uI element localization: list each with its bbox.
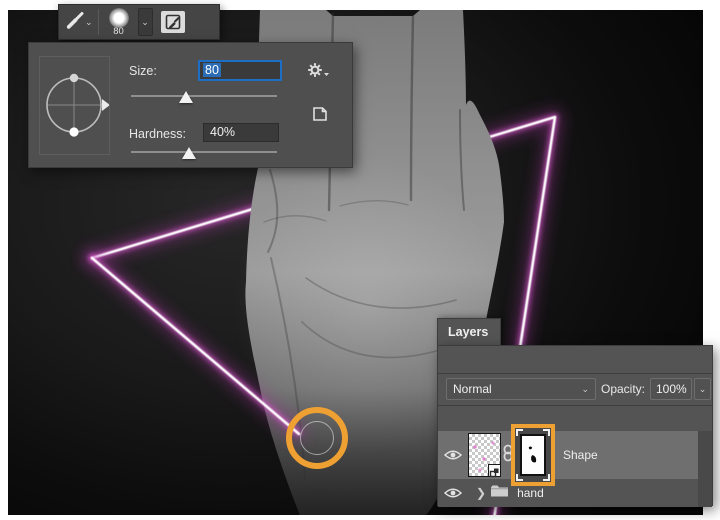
brush-settings-panel-toggle-button[interactable] (160, 11, 185, 33)
brush-size-value: 80 (113, 25, 124, 37)
layer-mask-thumbnail[interactable] (520, 434, 546, 476)
opacity-label: Opacity: (601, 382, 646, 396)
divider (438, 373, 712, 374)
hardness-slider[interactable] (131, 147, 277, 159)
opacity-value-field[interactable]: 100% (650, 378, 692, 400)
visibility-eye-icon[interactable] (438, 487, 468, 499)
brush-options-bar: ⌄ 80 ⌄ (58, 4, 220, 40)
soft-round-brush-icon (108, 7, 129, 28)
hardness-input[interactable]: 40% (203, 123, 279, 142)
layers-panel: Normal ⌄ Opacity: 100% ⌄ Shape ❯ hand (437, 345, 713, 507)
size-slider[interactable] (131, 91, 277, 103)
folder-icon (490, 484, 509, 503)
size-input-selected-text: 80 (203, 63, 221, 77)
brush-settings-popover: Size: 80 Hardness: 40% (28, 42, 353, 168)
chevron-down-icon[interactable]: ⌄ (85, 17, 93, 27)
chevron-down-icon: ⌄ (581, 383, 589, 394)
visibility-eye-icon[interactable] (438, 449, 468, 461)
layers-scroll-gutter (696, 431, 712, 507)
blend-mode-value: Normal (453, 382, 492, 396)
gear-icon[interactable] (307, 61, 329, 84)
size-slider-thumb[interactable] (179, 91, 193, 103)
new-brush-preset-icon[interactable] (312, 106, 328, 127)
brush-preset-picker-button[interactable]: ⌄ (137, 8, 153, 36)
chevron-down-icon: ⌄ (698, 383, 707, 394)
brush-angle-roundness-control[interactable] (39, 56, 110, 155)
size-label: Size: (129, 64, 157, 78)
separator (97, 9, 99, 35)
opacity-dropdown-button[interactable]: ⌄ (694, 378, 711, 400)
chevron-down-icon: ⌄ (141, 16, 149, 27)
tab-layers[interactable]: Layers (437, 318, 501, 346)
divider (438, 405, 712, 406)
brush-preset-preview[interactable]: 80 (104, 7, 134, 37)
layer-thumbnail-shape[interactable] (468, 433, 501, 478)
layer-name[interactable]: Shape (563, 448, 598, 462)
hardness-label: Hardness: (129, 127, 186, 141)
group-expand-chevron-icon[interactable]: ❯ (476, 486, 486, 500)
orange-highlight-rectangle (511, 424, 555, 486)
layer-name[interactable]: hand (517, 486, 544, 500)
hardness-slider-thumb[interactable] (182, 147, 196, 159)
layer-badge-icon (488, 464, 501, 478)
layer-row-shape[interactable]: Shape (438, 424, 698, 486)
orange-highlight-ring (286, 407, 348, 469)
layer-row-hand[interactable]: ❯ hand (438, 479, 698, 507)
blend-mode-select[interactable]: Normal ⌄ (446, 378, 596, 400)
brush-tool-icon[interactable] (63, 9, 85, 36)
size-input[interactable]: 80 (198, 60, 282, 81)
